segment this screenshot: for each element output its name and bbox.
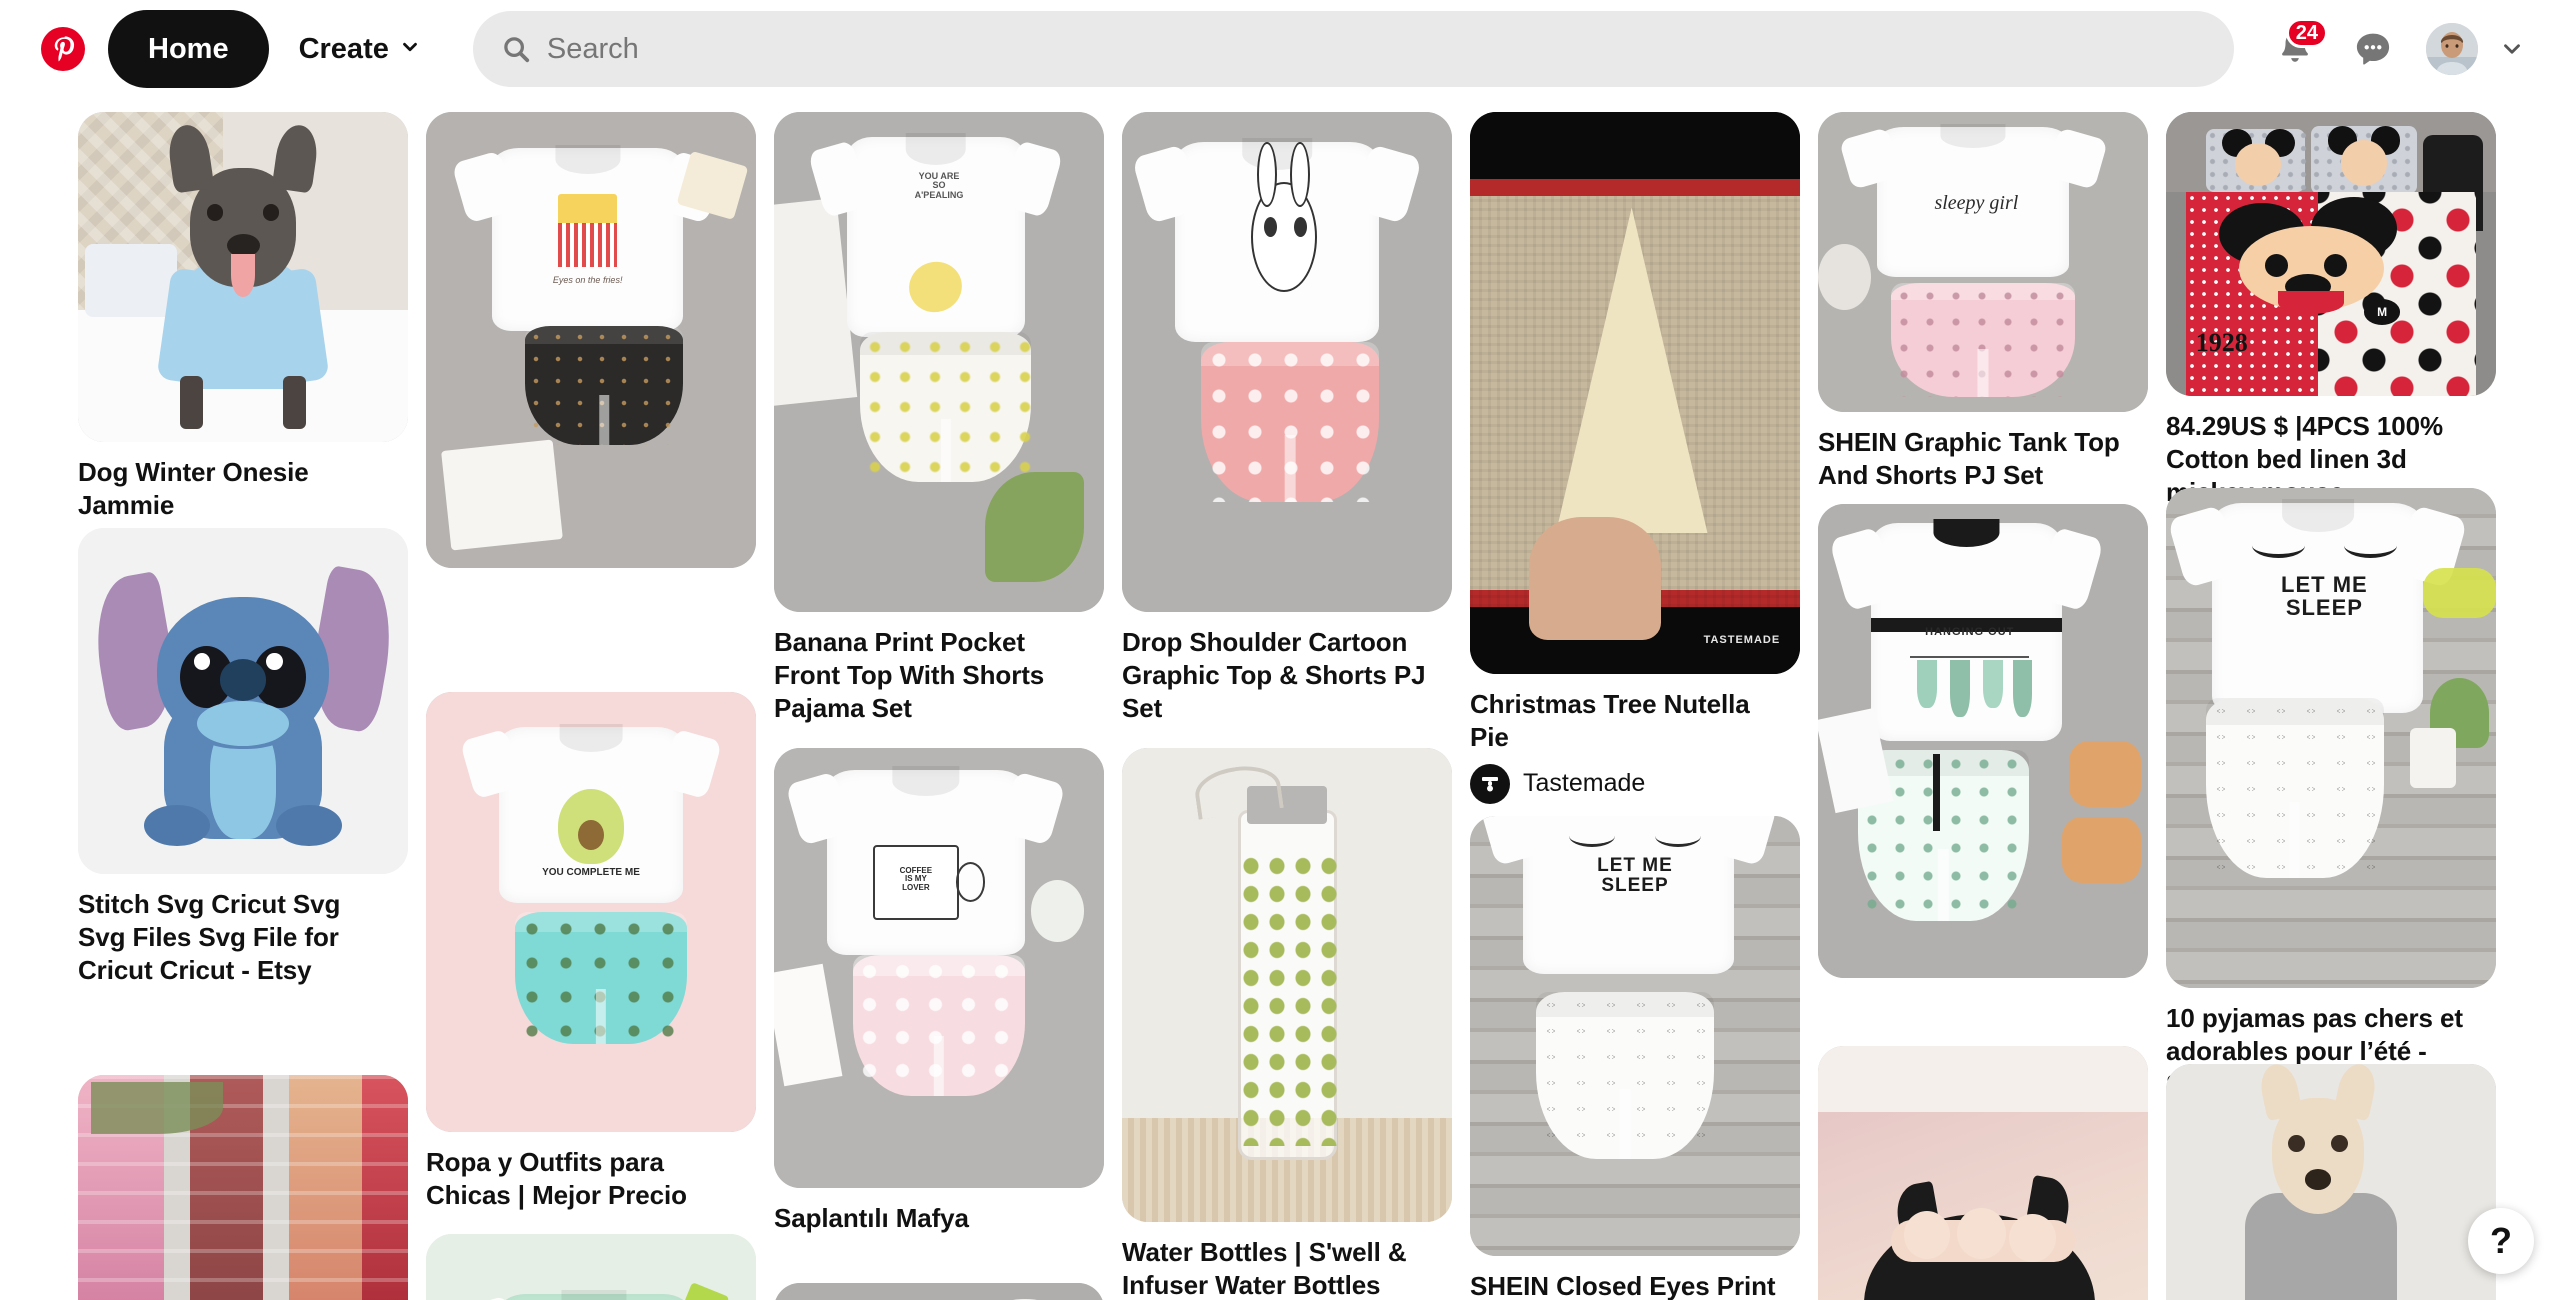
pin-card[interactable]: Stitch Svg Cricut Svg Svg Files Svg File… [78, 528, 408, 986]
pin-card[interactable]: COFFEE IS MY LOVER Saplantılı Mafya [774, 748, 1104, 1235]
pin-graphic-text: sleepy girl [1934, 192, 2019, 214]
search-input[interactable] [546, 32, 2206, 66]
pin-image[interactable] [1122, 748, 1452, 1222]
author-avatar [1470, 763, 1510, 804]
pin-image[interactable]: HANGING OUT [1818, 504, 2148, 978]
pin-graphic-text: Eyes on the fries! [552, 275, 623, 286]
pin-graphic-text: YOU COMPLETE ME [542, 867, 640, 878]
pin-card[interactable]: sleepy girl SHEIN Graphic Tank Top And S… [1818, 112, 2148, 492]
pin-image[interactable]: 1928 M [2166, 112, 2496, 396]
pin-title: Saplantılı Mafya [774, 1203, 969, 1233]
notifications-button[interactable]: 24 [2262, 16, 2328, 82]
pin-card[interactable]: Water Bottles | S'well & Infuser Water B… [1122, 748, 1452, 1300]
pin-graphic-line: LET ME [1597, 854, 1673, 876]
pin-card[interactable]: LET ME SLEEP SHEIN Closed Eyes Print Tee… [1470, 816, 1800, 1300]
notification-badge: 24 [2285, 18, 2328, 48]
pin-image[interactable] [774, 1283, 1104, 1300]
pin-card[interactable]: TOO HAPPY [426, 1234, 756, 1300]
pin-card[interactable] [78, 1075, 408, 1300]
pin-card[interactable]: HANGING OUT [1818, 504, 2148, 978]
pin-graphic-line: SLEEP [1601, 874, 1669, 896]
pin-graphic-text: HANGING OUT [1925, 626, 2015, 639]
search-bar[interactable] [472, 11, 2234, 87]
pin-title: Drop Shoulder Cartoon Graphic Top & Shor… [1122, 627, 1426, 723]
pin-card[interactable]: YOU COMPLETE ME Ropa y Outfits para Chic… [426, 692, 756, 1212]
pin-card[interactable]: Drop Shoulder Cartoon Graphic Top & Shor… [1122, 112, 1452, 724]
chevron-down-icon [399, 33, 421, 66]
pin-image[interactable]: Eyes on the fries! [426, 112, 756, 568]
pin-card[interactable]: 1928 M 84.29US $ |4PCS 100% Cotton bed l… [2166, 112, 2496, 508]
pin-card[interactable] [2166, 1064, 2496, 1300]
pin-image[interactable] [78, 112, 408, 442]
pin-title: Dog Winter Onesie Jammie [78, 457, 309, 520]
nav-create-label: Create [298, 32, 389, 65]
pin-title: Water Bottles | S'well & Infuser Water B… [1122, 1237, 1407, 1300]
pin-card[interactable]: LET ME SLEEP 10 pyjamas pas chers et ado… [2166, 488, 2496, 1100]
pin-graphic-text: 1928 [2195, 327, 2248, 357]
pin-image[interactable] [2166, 1064, 2496, 1300]
pin-image[interactable]: LET ME SLEEP [1470, 816, 1800, 1256]
pinterest-logo[interactable] [24, 10, 102, 88]
pin-image[interactable]: LET ME SLEEP [2166, 488, 2496, 988]
help-label: ? [2490, 1220, 2512, 1261]
nav-create-button[interactable]: Create [273, 10, 447, 88]
pin-image[interactable]: TASTEMADE [1470, 112, 1800, 674]
pin-masonry-grid: Dog Winter Onesie Jammie Stitch Svg Cric… [0, 98, 2560, 1300]
pin-image[interactable]: YOU ARE SO A'PEALING [774, 112, 1104, 612]
pin-card[interactable]: TASTEMADE Christmas Tree Nutella Pie Tas… [1470, 112, 1800, 804]
pin-image[interactable]: sleepy girl [1818, 112, 2148, 412]
pin-graphic-line: LOVER [902, 882, 930, 892]
pin-card[interactable]: Dog Winter Onesie Jammie [78, 112, 408, 522]
user-avatar[interactable] [2426, 23, 2478, 75]
pin-image[interactable] [1122, 112, 1452, 612]
pin-card[interactable] [774, 1283, 1104, 1300]
pin-graphic-text: M [2364, 299, 2401, 325]
pin-card[interactable]: Eyes on the fries! [426, 112, 756, 568]
pin-image[interactable] [1818, 1046, 2148, 1300]
messages-button[interactable] [2340, 16, 2406, 82]
nav-home-button[interactable]: Home [108, 10, 269, 88]
pin-graphic-line: A'PEALING [914, 189, 964, 200]
pin-title: Banana Print Pocket Front Top With Short… [774, 627, 1045, 723]
video-watermark: TASTEMADE [1703, 633, 1781, 646]
pin-image[interactable]: YOU COMPLETE ME [426, 692, 756, 1132]
search-icon [501, 34, 531, 64]
pin-image[interactable] [78, 528, 408, 874]
pin-graphic-line: SLEEP [2285, 595, 2363, 621]
pin-title: Ropa y Outfits para Chicas | Mejor Preci… [426, 1147, 687, 1210]
author-name: Tastemade [1523, 769, 1646, 797]
pin-image[interactable]: TOO HAPPY [426, 1234, 756, 1300]
pin-title: Christmas Tree Nutella Pie [1470, 689, 1750, 752]
nav-home-label: Home [148, 32, 229, 65]
pin-image[interactable]: COFFEE IS MY LOVER [774, 748, 1104, 1188]
pin-title: Stitch Svg Cricut Svg Svg Files Svg File… [78, 889, 341, 985]
pin-graphic-line: LET ME [2281, 572, 2368, 597]
pin-image[interactable] [78, 1075, 408, 1300]
pin-card[interactable]: YOU ARE SO A'PEALING Banana Print Pocket… [774, 112, 1104, 724]
pin-card[interactable] [1818, 1046, 2148, 1300]
pin-author[interactable]: Tastemade [1470, 763, 1800, 804]
pin-title: SHEIN Closed Eyes Print Tee And Shorts P… [1470, 1271, 1776, 1300]
help-button[interactable]: ? [2468, 1208, 2534, 1274]
pin-title: SHEIN Graphic Tank Top And Shorts PJ Set [1818, 427, 2120, 490]
top-navigation-bar: Home Create 24 [0, 0, 2560, 98]
account-menu-button[interactable] [2488, 25, 2536, 73]
